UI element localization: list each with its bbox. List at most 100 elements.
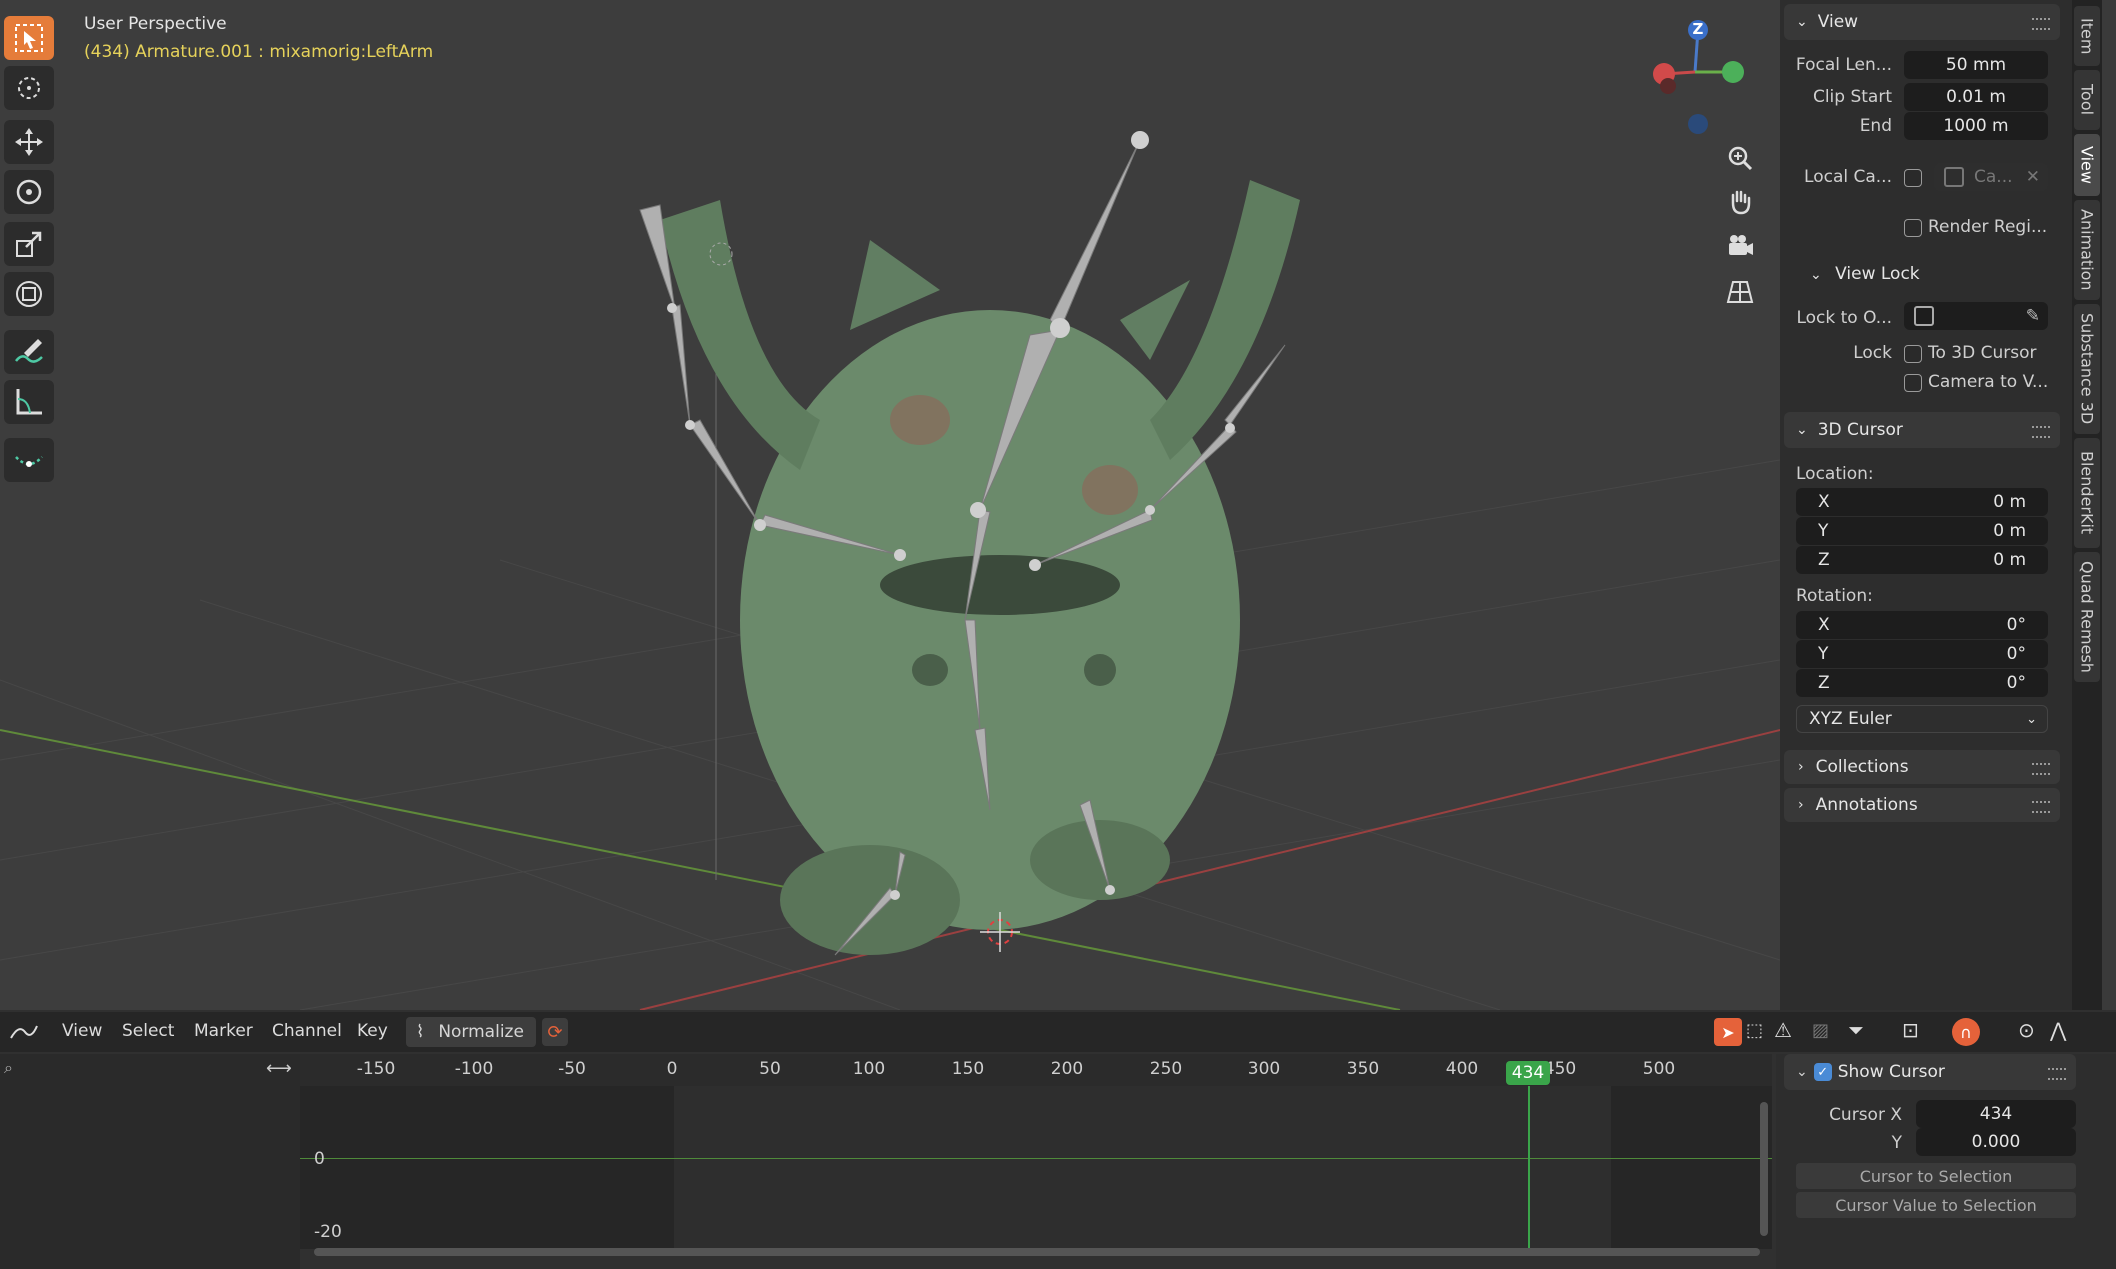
tab-blenderkit[interactable]: BlenderKit xyxy=(2074,438,2100,548)
local-camera-field[interactable]: Ca... ✕ xyxy=(1934,163,2048,191)
tab-tool[interactable]: Tool xyxy=(2074,70,2100,130)
view-lock-subpanel[interactable]: ⌄ View Lock xyxy=(1810,264,1920,284)
channel-search-input[interactable]: ⌕ xyxy=(4,1058,276,1082)
tab-view[interactable]: View xyxy=(2074,134,2100,196)
vertical-scrollbar[interactable] xyxy=(1760,1102,1768,1236)
eyedropper-icon[interactable]: ✎ xyxy=(2026,306,2040,326)
menu-marker[interactable]: Marker xyxy=(194,1021,253,1041)
ruler-tick: 300 xyxy=(1247,1059,1281,1079)
tab-animation[interactable]: Animation xyxy=(2074,200,2100,300)
render-region-label: Render Regi... xyxy=(1928,217,2048,237)
filter-icon[interactable]: ⏷ xyxy=(1848,1018,1864,1042)
cursor-value-to-selection-button[interactable]: Cursor Value to Selection xyxy=(1796,1192,2076,1218)
swap-arrows-icon[interactable]: ⟷ xyxy=(266,1058,292,1079)
horizontal-scrollbar[interactable] xyxy=(314,1248,1760,1256)
drag-handle-icon[interactable] xyxy=(2032,763,2050,775)
y-label-zero: 0 xyxy=(314,1149,325,1169)
auto-normalize-button[interactable]: ⟳ xyxy=(542,1018,568,1046)
snapping-button[interactable]: ∩ xyxy=(1952,1018,1980,1046)
current-frame-indicator[interactable]: 434 xyxy=(1506,1061,1550,1085)
3d-cursor-panel-header[interactable]: ⌄ 3D Cursor xyxy=(1784,412,2060,448)
cursor-location-y[interactable]: Y 0 m xyxy=(1796,517,2048,545)
rotation-mode-dropdown[interactable]: XYZ Euler ⌄ xyxy=(1796,705,2048,733)
pivot-icon[interactable]: ⊡ xyxy=(1902,1018,1919,1042)
cursor-y-field[interactable]: 0.000 xyxy=(1916,1128,2076,1156)
scale-tool[interactable] xyxy=(4,222,54,266)
rotate-tool[interactable] xyxy=(4,170,54,214)
magnet-icon: ∩ xyxy=(1960,1022,1972,1042)
tab-substance-3d[interactable]: Substance 3D xyxy=(2074,304,2100,434)
graph-area[interactable] xyxy=(300,1086,1772,1249)
cursor-tool[interactable] xyxy=(4,66,54,110)
drag-handle-icon[interactable] xyxy=(2032,18,2050,30)
clip-end-field[interactable]: 1000 m xyxy=(1904,112,2048,140)
rotation-y-value: 0° xyxy=(2006,644,2026,664)
viewport-scene xyxy=(0,131,1780,1010)
warning-icon[interactable]: ⚠ xyxy=(1774,1018,1792,1042)
normalize-label: Normalize xyxy=(438,1022,524,1042)
camera-object-icon xyxy=(1944,167,1964,187)
cursor-rotation-x[interactable]: X 0° xyxy=(1796,611,2048,639)
only-selected-button[interactable]: ➤ xyxy=(1714,1018,1742,1046)
camera-to-view-checkbox[interactable] xyxy=(1904,374,1922,392)
collections-panel-header[interactable]: › Collections xyxy=(1784,750,2060,784)
editor-type-button[interactable] xyxy=(4,1018,44,1046)
axis-z-label: Z xyxy=(1818,673,1830,693)
tab-item[interactable]: Item xyxy=(2074,6,2100,66)
measure-tool[interactable] xyxy=(4,380,54,424)
drag-handle-icon[interactable] xyxy=(2032,801,2050,813)
focal-length-field[interactable]: 50 mm xyxy=(1904,51,2048,79)
hand-pan-icon xyxy=(1731,190,1751,215)
drag-handle-icon[interactable] xyxy=(2032,426,2050,438)
normalize-icon: ⌇ xyxy=(416,1022,425,1042)
hidden-toggle-icon[interactable]: ⬚ xyxy=(1746,1020,1763,1041)
menu-view[interactable]: View xyxy=(62,1021,102,1041)
drag-handle-icon[interactable] xyxy=(2048,1068,2066,1080)
ruler-tick: -50 xyxy=(558,1059,586,1079)
pan-button[interactable] xyxy=(1720,182,1760,222)
cursor-rotation-y[interactable]: Y 0° xyxy=(1796,640,2048,668)
select-box-tool[interactable] xyxy=(4,16,54,60)
show-cursor-checkbox[interactable]: ✓ xyxy=(1813,1063,1832,1081)
zoom-button[interactable] xyxy=(1720,138,1760,178)
show-cursor-panel-header[interactable]: ⌄ ✓ Show Cursor xyxy=(1784,1054,2076,1090)
cursor-location-z[interactable]: Z 0 m xyxy=(1796,546,2048,574)
local-camera-checkbox[interactable] xyxy=(1904,169,1922,187)
normalize-toggle[interactable]: ⌇ Normalize xyxy=(406,1017,536,1047)
tab-quad-remesh[interactable]: Quad Remesh xyxy=(2074,552,2100,682)
cursor-rotation-z[interactable]: Z 0° xyxy=(1796,669,2048,697)
move-tool[interactable] xyxy=(4,120,54,164)
camera-view-button[interactable] xyxy=(1720,226,1760,266)
add-bone-tool[interactable] xyxy=(4,438,54,482)
3d-viewport[interactable]: User Perspective (434) Armature.001 : mi… xyxy=(0,0,1780,1010)
move-icon xyxy=(15,128,43,156)
lock-to-object-field[interactable]: ✎ xyxy=(1904,302,2048,330)
menu-select[interactable]: Select xyxy=(122,1021,174,1041)
view-panel-title: View xyxy=(1817,12,1859,32)
chevron-right-icon: › xyxy=(1798,759,1804,775)
menu-channel[interactable]: Channel xyxy=(272,1021,342,1041)
cursor-location-x[interactable]: X 0 m xyxy=(1796,488,2048,516)
menu-key[interactable]: Key xyxy=(357,1021,388,1041)
render-region-checkbox[interactable] xyxy=(1904,219,1922,237)
annotations-panel-header[interactable]: › Annotations xyxy=(1784,788,2060,822)
view-panel-header[interactable]: ⌄ View xyxy=(1784,4,2060,40)
cursor-to-selection-button[interactable]: Cursor to Selection xyxy=(1796,1163,2076,1189)
chevron-down-icon: ⌄ xyxy=(1796,422,1808,438)
annotations-title: Annotations xyxy=(1815,795,1918,815)
falloff-icon[interactable]: ⋀ xyxy=(2050,1018,2066,1042)
active-object-label: (434) Armature.001 : mixamorig:LeftArm xyxy=(84,42,434,62)
local-camera-value: Ca... xyxy=(1974,167,2013,187)
transform-tool[interactable] xyxy=(4,272,54,316)
annotate-icon xyxy=(15,339,43,363)
cursor-x-field[interactable]: 434 xyxy=(1916,1100,2076,1128)
annotate-tool[interactable] xyxy=(4,330,54,374)
perspective-toggle-button[interactable] xyxy=(1720,272,1760,312)
chevron-right-icon: › xyxy=(1798,797,1804,813)
clip-start-field[interactable]: 0.01 m xyxy=(1904,83,2048,111)
proportional-edit-icon[interactable]: ⊙ xyxy=(2018,1018,2035,1042)
lock-to-3d-cursor-label: To 3D Cursor xyxy=(1928,343,2037,363)
clear-icon[interactable]: ✕ xyxy=(2026,167,2040,187)
ghost-curves-icon[interactable]: ▨ xyxy=(1812,1020,1829,1041)
lock-to-3d-cursor-checkbox[interactable] xyxy=(1904,345,1922,363)
